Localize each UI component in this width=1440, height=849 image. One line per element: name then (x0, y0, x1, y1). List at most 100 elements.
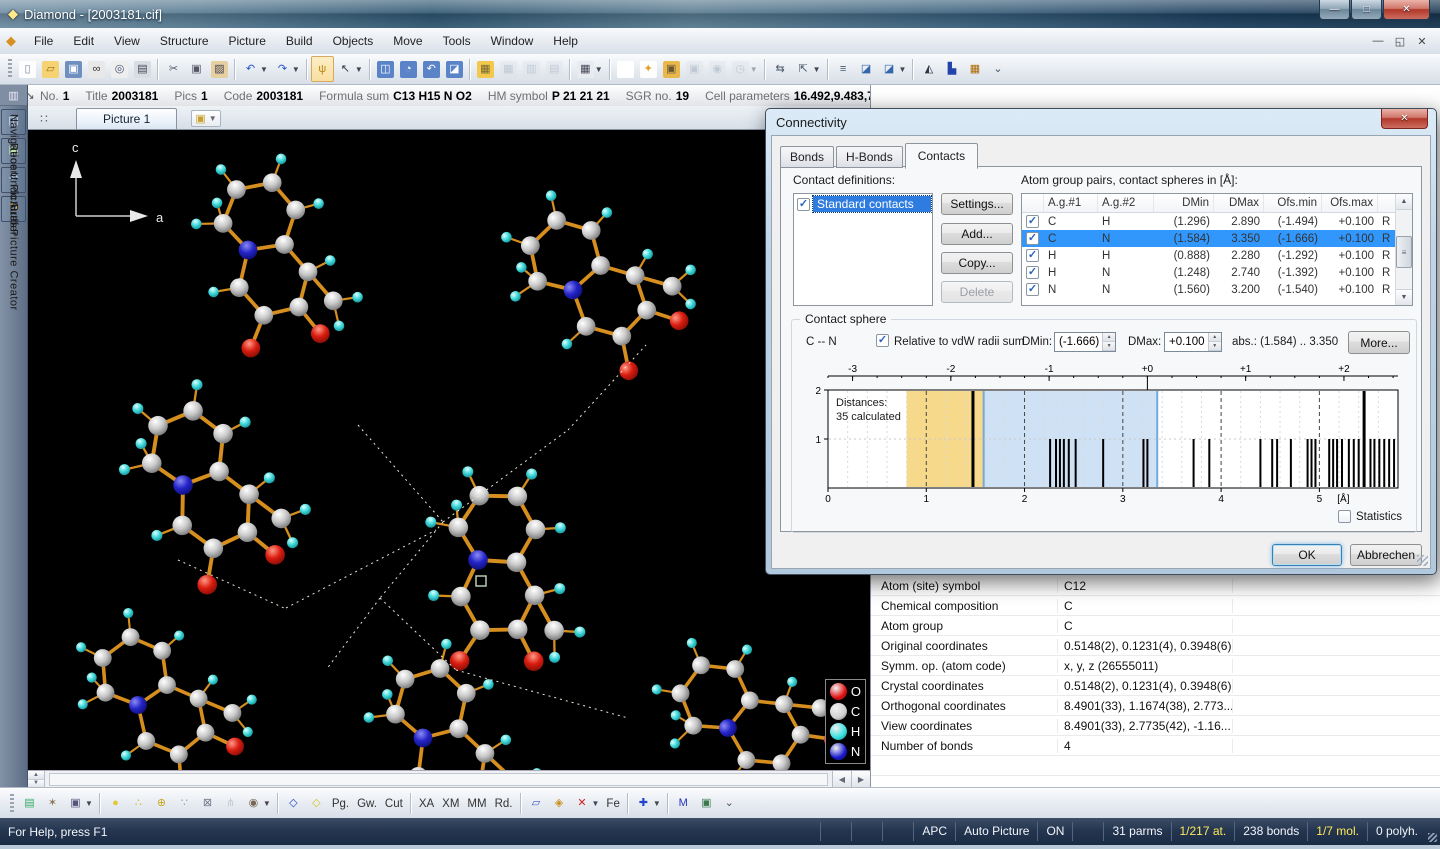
chart-triangle-button[interactable]: ◭ (917, 56, 940, 82)
undo-pane-button[interactable]: ↶ (420, 56, 443, 82)
maximize-button[interactable]: □ (1351, 0, 1382, 20)
row-checkbox[interactable]: ✓ (1026, 266, 1039, 279)
send-backward-button[interactable]: ⇆ (769, 56, 792, 82)
unit-cell-button[interactable]: ▱ (525, 791, 548, 817)
fill-cell-button[interactable]: ⊠ (196, 791, 219, 817)
add-atom-button[interactable]: ⊕ (150, 791, 173, 817)
canvas-vertical-scroll-buttons[interactable]: ▲ ▼ (28, 771, 45, 788)
blank-picture-button[interactable] (614, 56, 637, 82)
close-button[interactable]: ✕ (1383, 0, 1430, 20)
menu-edit[interactable]: Edit (63, 30, 104, 52)
spin-up-icon[interactable]: ▲ (1209, 333, 1222, 342)
window-titlebar[interactable]: ◆ Diamond - [2003181.cif] — □ ✕ (0, 0, 1440, 28)
undo-button[interactable]: ↶▼ (239, 56, 271, 82)
menu-help[interactable]: Help (543, 30, 588, 52)
dialog-titlebar[interactable]: Connectivity (766, 109, 1436, 135)
resize-grip[interactable] (1426, 818, 1440, 845)
molecule-mode-button[interactable]: M (672, 791, 695, 817)
menu-file[interactable]: File (24, 30, 63, 52)
table-angles-button[interactable]: ▥ (520, 56, 543, 82)
toolbar-grip[interactable] (10, 794, 14, 814)
query-atoms-button[interactable]: ∵ (173, 791, 196, 817)
tab-picture-1[interactable]: Picture 1 (76, 108, 177, 129)
select-pointer-button[interactable]: ↖▼ (334, 56, 366, 82)
standard-contacts-checkbox[interactable]: ✓ (797, 198, 810, 211)
coordination-sphere-button[interactable]: ◉▼ (242, 791, 274, 817)
delete-button[interactable]: Delete (941, 281, 1013, 303)
growth-button[interactable]: Gw. (353, 796, 381, 812)
row-checkbox[interactable]: ✓ (1026, 249, 1039, 262)
header-ofsmax[interactable]: Ofs.max (1322, 194, 1378, 212)
list-item-standard-contacts[interactable]: ✓ Standard contacts (795, 195, 931, 213)
menu-tools[interactable]: Tools (433, 30, 481, 52)
polyhedron-blue-button[interactable]: ◇ (282, 791, 305, 817)
atom-group-pairs-table[interactable]: A.g.#1 A.g.#2 DMin DMax Ofs.min Ofs.max … (1021, 193, 1413, 306)
packing-button[interactable]: Pg. (328, 796, 353, 812)
data-sheet-pane-button[interactable]: ◔ (397, 56, 420, 82)
scroll-right-button[interactable]: ▶ (851, 771, 870, 788)
xa-button[interactable]: XA (415, 796, 438, 812)
cut-button[interactable]: Cut (381, 796, 407, 812)
pairs-table-scrollbar[interactable]: ▲ ≡ ▼ (1395, 194, 1412, 305)
history-button[interactable]: ◷▼ (729, 56, 761, 82)
mdi-restore-button[interactable]: ◱ (1392, 35, 1408, 48)
menu-structure[interactable]: Structure (150, 30, 219, 52)
polyhedron-yellow-button[interactable]: ◇ (305, 791, 328, 817)
spin-down-icon[interactable]: ▼ (1209, 342, 1222, 351)
paste-picture-button[interactable]: ▣ (683, 56, 706, 82)
edit-datasheet-button[interactable]: ▤ (18, 791, 41, 817)
row-checkbox[interactable]: ✓ (1026, 215, 1039, 228)
panel-table-icon[interactable]: ▥ (0, 85, 27, 106)
tile-pictures-button[interactable]: ∷ (32, 109, 56, 128)
header-ag1[interactable]: A.g.#1 (1044, 194, 1098, 212)
new-document-button[interactable]: ▯ (16, 56, 39, 82)
toolbar-grip[interactable] (8, 59, 12, 79)
pairs-table-row-2[interactable]: ✓HH(0.888)2.280(-1.292)+0.100R (1022, 247, 1412, 264)
atom-group-button[interactable]: ∴ (127, 791, 150, 817)
header-dmin[interactable]: DMin (1154, 194, 1214, 212)
menu-move[interactable]: Move (383, 30, 432, 52)
minimize-button[interactable]: — (1319, 0, 1350, 20)
dmax-spinner[interactable]: +0.100 ▲▼ (1164, 332, 1222, 352)
structure-canvas[interactable]: c a OCHN (28, 130, 870, 770)
menu-picture[interactable]: Picture (219, 30, 276, 52)
paste-button[interactable]: ▨ (208, 56, 231, 82)
tab-contacts[interactable]: Contacts (905, 143, 978, 169)
view-split-alt-button[interactable]: ◪▼ (878, 56, 910, 82)
table-torsions-button[interactable]: ▤ (543, 56, 566, 82)
tab-bonds[interactable]: Bonds (780, 146, 834, 168)
pairs-table-row-3[interactable]: ✓HN(1.248)2.740(-1.392)+0.100R (1022, 264, 1412, 281)
navigation-pane-button[interactable]: ◫ (374, 56, 397, 82)
open-folder-button[interactable]: ▱ (39, 56, 62, 82)
pan-hand-button[interactable]: ψ (311, 56, 334, 82)
header-dmax[interactable]: DMax (1214, 194, 1264, 212)
cancel-button[interactable]: Abbrechen (1350, 544, 1422, 566)
copy-picture-button[interactable]: ▣ (660, 56, 683, 82)
bottom-overflow-button[interactable]: ⌄ (718, 791, 741, 817)
destroy-button[interactable]: ✕▼ (571, 791, 603, 817)
render-picture-button[interactable]: ▣ (695, 791, 718, 817)
relative-vdw-checkbox[interactable]: ✓ (876, 334, 889, 347)
save-button[interactable]: ▣ (62, 56, 85, 82)
new-picture-button[interactable]: ✦ (637, 56, 660, 82)
view-list-button[interactable]: ≡ (832, 56, 855, 82)
view-split-button[interactable]: ◪ (855, 56, 878, 82)
ok-button[interactable]: OK (1272, 544, 1342, 566)
lock-picture-button[interactable]: ◉ (706, 56, 729, 82)
more-button[interactable]: More... (1348, 331, 1410, 354)
copy-button[interactable]: Copy... (941, 252, 1013, 274)
fe-atom[interactable]: Fe (602, 796, 623, 812)
spin-up-icon[interactable]: ▲ (1103, 333, 1115, 342)
send-picture-button[interactable]: ⇱▼ (792, 56, 824, 82)
dialog-resize-grip[interactable] (1417, 555, 1428, 566)
dmin-spinner[interactable]: (-1.666) ▲▼ (1054, 332, 1116, 352)
draw-atom-button[interactable]: ● (104, 791, 127, 817)
tab-h-bonds[interactable]: H-Bonds (836, 146, 903, 168)
menu-build[interactable]: Build (276, 30, 323, 52)
pairs-table-row-4[interactable]: ✓NN(1.560)3.200(-1.540)+0.100R (1022, 281, 1412, 298)
dialog-close-button[interactable]: ✕ (1381, 109, 1428, 129)
grow-fragment-button[interactable]: ⋔ (219, 791, 242, 817)
chart-histogram-button[interactable]: ▙ (940, 56, 963, 82)
table-properties-button[interactable]: ▦ (474, 56, 497, 82)
header-ofsmin[interactable]: Ofs.min (1264, 194, 1322, 212)
